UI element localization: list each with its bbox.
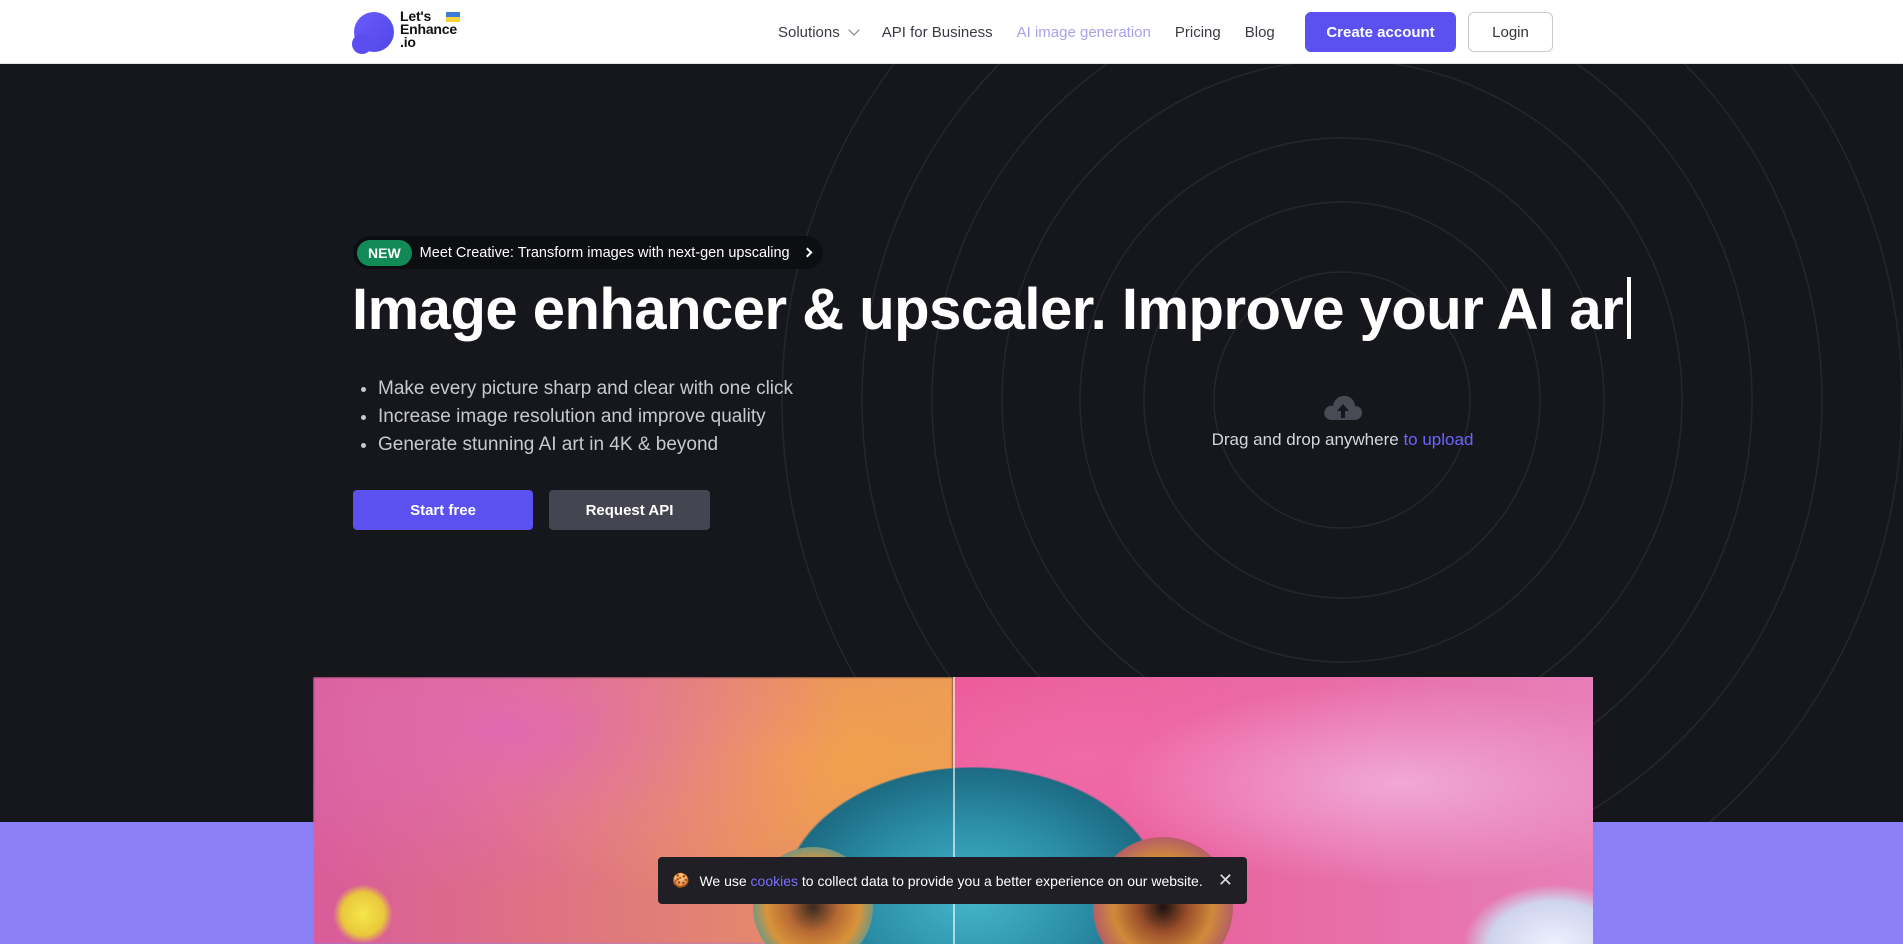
login-button[interactable]: Login [1468,12,1553,52]
upload-text: Drag and drop anywhere to upload [1160,430,1525,450]
cookie-suffix: to collect data to provide you a better … [801,872,1203,889]
chevron-right-icon [802,247,813,258]
site-header: Let's Enhance .io Solutions API for Busi… [0,0,1903,64]
chevron-down-icon [848,24,860,36]
yellow-flower [333,884,393,944]
feature-list: Make every picture sharp and clear with … [378,375,793,459]
upload-link[interactable]: to upload [1403,430,1473,449]
cookie-prefix: We use [699,872,747,889]
white-flower [1463,884,1593,944]
logo[interactable]: Let's Enhance .io [352,9,462,54]
nav-ai-image-generation[interactable]: AI image generation [1017,24,1151,41]
logo-mark-dot [352,34,372,54]
upload-dropzone[interactable]: Drag and drop anywhere to upload [1160,392,1525,450]
feature-item: Increase image resolution and improve qu… [378,403,793,431]
cookies-link[interactable]: cookies [751,873,798,889]
nav-pricing[interactable]: Pricing [1175,24,1221,41]
nav-api-label: API for Business [881,23,993,41]
nav-blog[interactable]: Blog [1245,24,1275,41]
announcement-text: Meet Creative: Transform images with nex… [419,244,790,261]
cloud-upload-icon [1323,395,1362,420]
create-account-button[interactable]: Create account [1305,12,1456,52]
new-badge: NEW [357,239,412,266]
nav-api-for-business[interactable]: API for Business [882,24,993,41]
announcement-pill[interactable]: NEW Meet Creative: Transform images with… [353,236,823,269]
feature-item: Make every picture sharp and clear with … [378,375,793,403]
request-api-button[interactable]: Request API [549,490,710,530]
nav-solutions[interactable]: Solutions [778,23,860,41]
start-free-button[interactable]: Start free [353,490,533,530]
feature-item: Generate stunning AI art in 4K & beyond [378,431,793,459]
cookie-banner: 🍪 We use cookies to collect data to prov… [658,857,1247,904]
hero-headline-text: Image enhancer & upscaler. Improve your … [352,277,1624,342]
cookie-icon: 🍪 [672,872,690,888]
ukraine-flag-icon [446,12,460,22]
nav-pricing-label: Pricing [1174,23,1221,41]
hero-headline: Image enhancer & upscaler. Improve your … [352,276,1632,343]
main-nav: Solutions API for Business AI image gene… [778,0,1275,64]
nav-solutions-label: Solutions [778,23,840,41]
close-icon[interactable]: ✕ [1218,870,1233,891]
upload-label: Drag and drop anywhere [1211,430,1399,449]
cookie-text: We use cookies to collect data to provid… [699,873,1202,889]
nav-blog-label: Blog [1244,23,1275,41]
typing-caret [1627,277,1632,339]
nav-ai-label: AI image generation [1016,23,1151,41]
